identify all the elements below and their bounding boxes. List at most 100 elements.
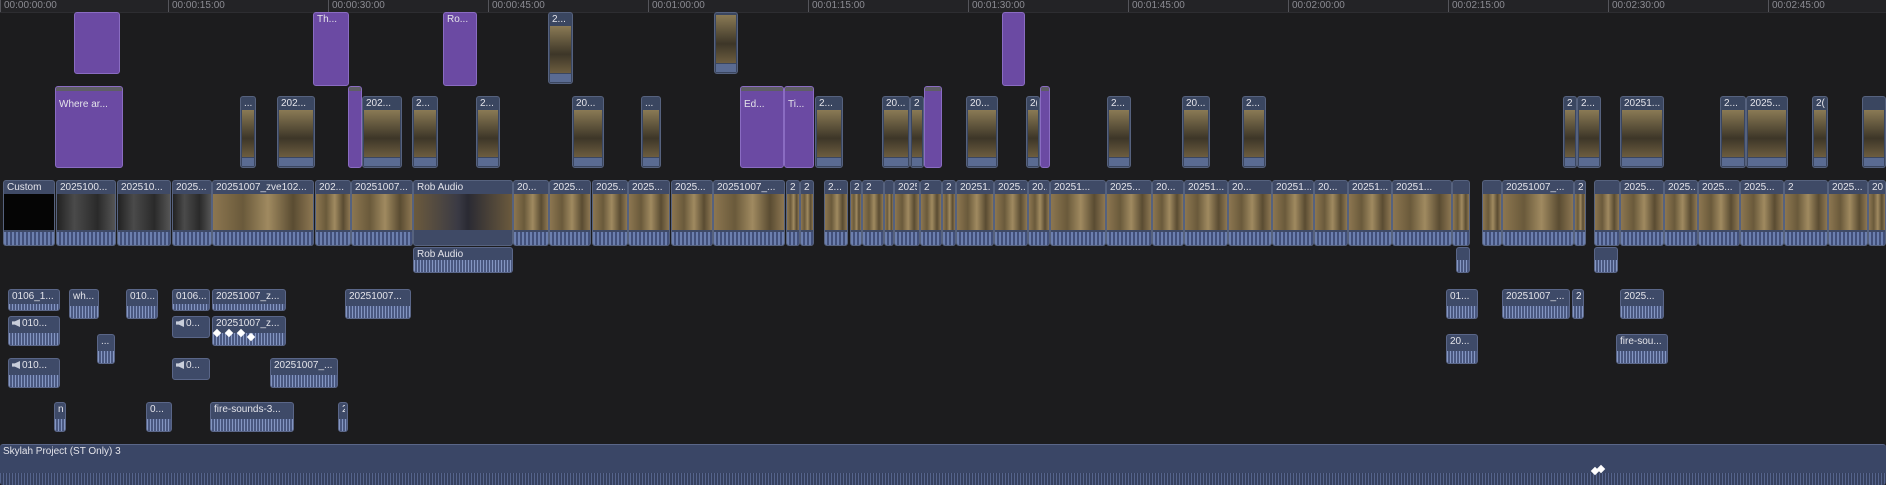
audio-clip[interactable]: fire-sounds-3... [210, 402, 294, 432]
primary-clip[interactable]: 20... [513, 180, 549, 246]
title-clip[interactable]: Ro... [443, 12, 477, 86]
connected-clip[interactable]: 2... [1107, 96, 1131, 168]
primary-clip[interactable]: 20... [1314, 180, 1348, 246]
music-stem-clip[interactable]: Skylah Project (ST Only) 3 [0, 444, 1886, 485]
audio-clip[interactable]: 20... [1446, 334, 1478, 364]
primary-clip[interactable]: Custom [3, 180, 55, 246]
audio-clip[interactable]: 20251007_... [1502, 289, 1570, 319]
primary-clip[interactable]: 20251... [1272, 180, 1314, 246]
audio-clip[interactable]: 010... [8, 358, 60, 388]
audio-clip[interactable]: 2 [1572, 289, 1584, 319]
audio-clip[interactable]: 0106_1... [8, 289, 60, 311]
rob-audio-clip[interactable]: Rob Audio [413, 247, 513, 273]
title-clip[interactable]: Th... [313, 12, 349, 86]
primary-clip[interactable]: 20251007_zve102... [212, 180, 314, 246]
audio-clip[interactable]: 0... [172, 316, 210, 338]
connected-clip[interactable]: 20... [882, 96, 910, 168]
primary-clip[interactable]: 2 [1574, 180, 1586, 246]
primary-clip[interactable]: 20251... [1184, 180, 1228, 246]
primary-clip[interactable]: 2 [786, 180, 800, 246]
primary-clip[interactable]: 2 [800, 180, 814, 246]
connected-clip[interactable]: 2... [1242, 96, 1266, 168]
primary-clip[interactable]: 2025... [1106, 180, 1152, 246]
primary-clip[interactable]: 20... [1028, 180, 1050, 246]
primary-clip[interactable]: 2025... [1664, 180, 1698, 246]
connected-clip[interactable]: 202... [362, 96, 402, 168]
connected-clip[interactable]: 2... [1720, 96, 1746, 168]
primary-clip[interactable]: 2 [862, 180, 884, 246]
connected-clip[interactable]: 2025... [1746, 96, 1788, 168]
primary-clip[interactable]: 20251... [1050, 180, 1106, 246]
audio-clip[interactable]: no [54, 402, 66, 432]
audio-clip[interactable]: fire-sou... [1616, 334, 1668, 364]
connected-clip[interactable] [1862, 96, 1886, 168]
audio-clip[interactable]: 2025... [1620, 289, 1664, 319]
connected-clip[interactable]: 2... [476, 96, 500, 168]
connected-clip[interactable]: 2( [1026, 96, 1040, 168]
primary-clip[interactable]: 2 [920, 180, 942, 246]
connected-clip[interactable]: ... [641, 96, 661, 168]
connected-clip[interactable]: 20... [966, 96, 998, 168]
connected-clip[interactable]: ... [240, 96, 256, 168]
title-clip[interactable] [348, 86, 362, 168]
primary-clip[interactable]: 2025... [1828, 180, 1868, 246]
primary-clip[interactable]: 2025100... [56, 180, 116, 246]
audio-clip[interactable]: 0... [146, 402, 172, 432]
audio-clip[interactable]: 0106... [172, 289, 210, 311]
connected-clip[interactable]: 20... [572, 96, 604, 168]
connected-clip[interactable]: 2... [815, 96, 843, 168]
primary-clip[interactable]: 2025... [1698, 180, 1740, 246]
primary-clip[interactable]: 20251007... [894, 180, 920, 246]
audio-clip[interactable]: ... [97, 334, 115, 364]
primary-clip[interactable]: 2 [850, 180, 862, 246]
audio-clip[interactable]: 01... [1446, 289, 1478, 319]
primary-clip[interactable]: 2... [824, 180, 848, 246]
primary-clip[interactable] [1482, 180, 1502, 246]
primary-clip[interactable]: 2025... [1740, 180, 1784, 246]
primary-clip[interactable]: 2 [942, 180, 956, 246]
audio-clip[interactable] [1594, 247, 1618, 273]
title-clip[interactable] [1040, 86, 1050, 168]
title-clip[interactable]: Ed... [740, 86, 784, 168]
primary-clip[interactable]: 202... [315, 180, 351, 246]
primary-clip[interactable]: 2025... [172, 180, 212, 246]
connected-clip[interactable]: 2( [1812, 96, 1828, 168]
primary-clip[interactable]: 2025... [628, 180, 670, 246]
primary-clip[interactable]: 2025... [549, 180, 591, 246]
primary-clip[interactable]: 2 [1784, 180, 1828, 246]
connected-clip[interactable]: 2... [548, 12, 573, 84]
connected-clip[interactable]: 2... [412, 96, 438, 168]
primary-clip[interactable]: 2025... [592, 180, 628, 246]
audio-clip[interactable]: 010... [8, 316, 60, 346]
primary-clip[interactable]: 20... [1152, 180, 1184, 246]
connected-clip[interactable]: 2 [910, 96, 924, 168]
title-clip[interactable] [74, 12, 120, 74]
primary-clip[interactable]: 20251007_... [1502, 180, 1574, 246]
title-clip[interactable]: Ti... [784, 86, 814, 168]
audio-clip[interactable]: 20251007... [345, 289, 411, 319]
connected-clip[interactable] [714, 12, 738, 74]
audio-clip[interactable]: 010... [126, 289, 158, 319]
audio-clip[interactable]: wh... [69, 289, 99, 319]
primary-clip[interactable] [1594, 180, 1620, 246]
primary-clip[interactable]: 20251... [1348, 180, 1392, 246]
primary-clip[interactable]: 20251... [1392, 180, 1452, 246]
primary-clip[interactable] [1452, 180, 1470, 246]
primary-clip[interactable]: 2025... [994, 180, 1028, 246]
audio-clip[interactable]: 20251007_z... [212, 316, 286, 346]
title-clip[interactable] [924, 86, 942, 168]
primary-clip[interactable]: 2025... [671, 180, 713, 246]
audio-clip[interactable] [1456, 247, 1470, 273]
primary-clip[interactable]: 20251007... [351, 180, 413, 246]
audio-clip[interactable]: 2 [338, 402, 348, 432]
audio-clip[interactable]: 20251007_... [270, 358, 338, 388]
connected-clip[interactable]: 20... [1182, 96, 1210, 168]
connected-clip[interactable]: 202... [277, 96, 315, 168]
connected-clip[interactable]: 2... [1577, 96, 1601, 168]
primary-clip[interactable]: 20251... [956, 180, 994, 246]
primary-clip[interactable]: 20... [1228, 180, 1272, 246]
primary-clip[interactable] [884, 180, 894, 246]
primary-clip-rob-audio[interactable]: Rob Audio [413, 180, 513, 246]
audio-clip[interactable]: 20251007_z... [212, 289, 286, 311]
audio-clip[interactable]: 0... [172, 358, 210, 380]
